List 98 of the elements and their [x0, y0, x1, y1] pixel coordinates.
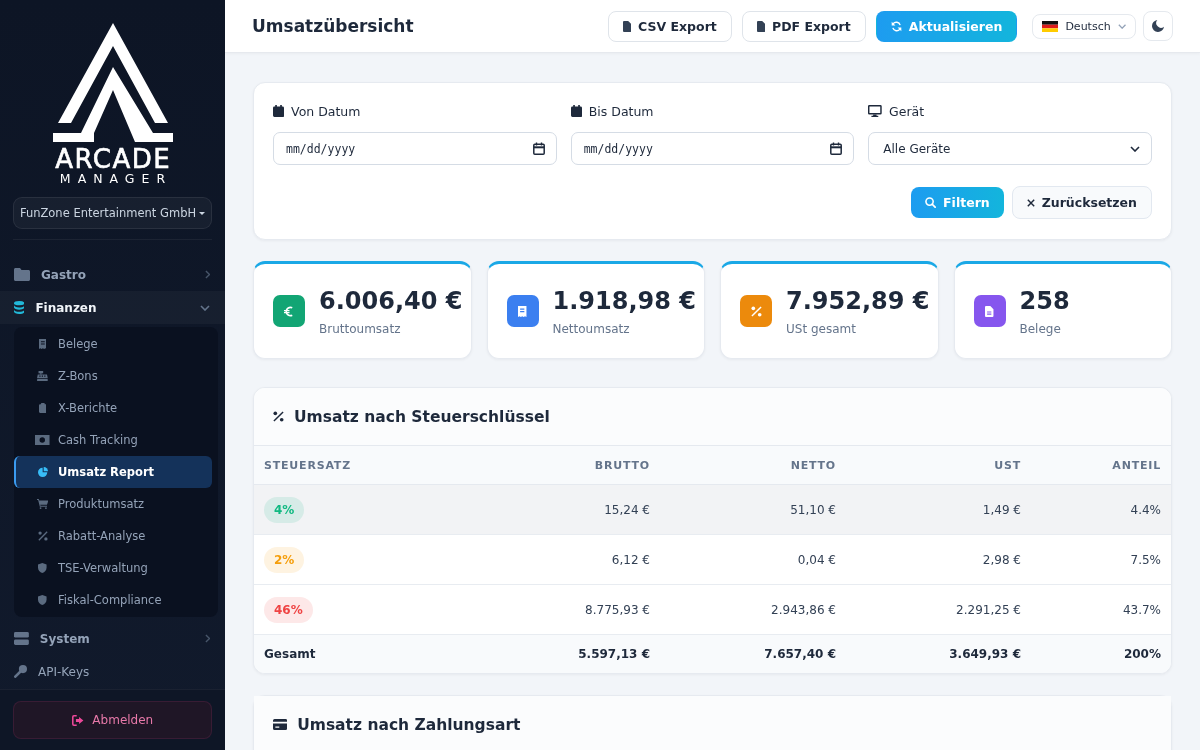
calendar-icon — [570, 105, 582, 117]
total-cell: 3.649,93 € — [846, 634, 1031, 673]
cart-icon — [36, 499, 49, 509]
total-cell: 200% — [1031, 634, 1171, 673]
cash-register-icon — [37, 371, 48, 381]
submenu-item[interactable]: Z-Bons — [14, 360, 212, 392]
shield-icon — [38, 595, 47, 605]
stat-value: 7.952,89 € — [786, 286, 930, 316]
credit-card-icon — [273, 719, 288, 730]
table-cell: 7.5% — [1031, 534, 1171, 585]
search-icon — [925, 197, 937, 208]
theme-toggle-button[interactable] — [1143, 11, 1173, 41]
table-cell: 8.775,93 € — [467, 584, 660, 635]
submenu-item[interactable]: Cash Tracking — [14, 424, 212, 456]
table-cell: 2,98 € — [846, 534, 1031, 585]
pie-chart-icon — [37, 467, 48, 477]
calendar-icon — [830, 142, 843, 155]
field-label: Bis Datum — [588, 103, 654, 119]
export-button[interactable]: PDF Export — [741, 10, 866, 42]
column-header: UST — [846, 446, 1031, 485]
page-title: Umsatzübersicht — [252, 16, 415, 36]
stat-label: Belege — [1019, 321, 1062, 336]
calendar-icon — [273, 105, 285, 117]
stat-label: Bruttoumsatz — [319, 321, 402, 336]
submenu-item[interactable]: Rabatt-Analyse — [14, 520, 212, 552]
tax-rate-badge: 2% — [264, 546, 305, 573]
table-cell: 43.7% — [1031, 584, 1171, 635]
stat-value: 1.918,98 € — [552, 286, 696, 316]
tax-rate-badge: 46% — [264, 596, 313, 623]
chevron-down-icon — [200, 304, 210, 311]
column-header: ANTEIL — [1031, 446, 1171, 485]
clipboard-icon — [38, 403, 47, 413]
logo-subtitle: MANAGER — [58, 171, 173, 186]
nav-group[interactable]: Gastro — [0, 258, 225, 291]
flag-icon — [1042, 20, 1059, 32]
device-select[interactable]: Alle Geräte — [868, 132, 1152, 165]
card-title: Umsatz nach Steuerschlüssel — [294, 407, 550, 426]
date-field[interactable]: mm/dd/yyyy — [273, 132, 557, 165]
table-cell: 4.4% — [1031, 484, 1171, 535]
column-header: BRUTTO — [467, 446, 660, 485]
total-cell: 7.657,40 € — [660, 634, 846, 673]
table-cell: 2.943,86 € — [660, 584, 846, 635]
percent-icon — [273, 411, 284, 422]
language-select[interactable]: Deutsch — [1032, 13, 1136, 39]
coins-icon — [14, 301, 25, 314]
table-cell: 15,24 € — [467, 484, 660, 535]
company-select[interactable]: FunZone Entertainment GmbH — [13, 197, 212, 229]
stat-value: 258 — [1019, 286, 1070, 316]
nav-group[interactable]: System — [0, 622, 225, 655]
shield-icon — [38, 563, 47, 573]
tax-rate-badge: 4% — [264, 496, 305, 523]
table-cell: 0,04 € — [660, 534, 846, 585]
chevron-down-icon — [1117, 23, 1126, 29]
column-header: STEUERSATZ — [254, 446, 467, 485]
date-field[interactable]: mm/dd/yyyy — [570, 132, 855, 165]
submenu-item[interactable]: Produktumsatz — [14, 488, 212, 520]
caret-down-icon — [199, 211, 206, 215]
folder-icon — [14, 268, 30, 281]
total-cell: Gesamt — [254, 634, 467, 673]
table-cell: 1,49 € — [846, 484, 1031, 535]
column-header: NETTO — [660, 446, 846, 485]
reset-button[interactable]: Zurücksetzen — [1011, 186, 1152, 219]
stat-label: USt gesamt — [786, 321, 857, 336]
receipt-icon — [38, 339, 47, 349]
submenu-item[interactable]: X-Berichte — [14, 392, 212, 424]
table-cell: 51,10 € — [660, 484, 846, 535]
file-icon — [622, 20, 632, 32]
submenu-item[interactable]: Belege — [14, 328, 212, 360]
logout-button[interactable]: Abmelden — [13, 701, 212, 739]
field-label: Gerät — [889, 103, 925, 119]
chevron-right-icon — [204, 270, 210, 279]
export-button[interactable]: CSV Export — [607, 10, 732, 42]
calendar-icon — [532, 142, 545, 155]
chevron-right-icon — [204, 634, 210, 643]
banknote-icon — [35, 435, 50, 445]
moon-icon — [1152, 20, 1164, 32]
chevron-down-icon — [1130, 145, 1140, 152]
table-cell: 2.291,25 € — [846, 584, 1031, 635]
total-cell: 5.597,13 € — [467, 634, 660, 673]
file-icon — [756, 20, 766, 32]
logout-icon — [71, 714, 85, 726]
table-cell: 6,12 € — [467, 534, 660, 585]
refresh-icon — [890, 20, 902, 32]
server-icon — [14, 632, 29, 645]
monitor-icon — [868, 105, 883, 117]
submenu-item[interactable]: Umsatz Report — [14, 456, 212, 488]
submenu-item[interactable]: Fiskal-Compliance — [14, 584, 212, 616]
percent-icon — [37, 531, 48, 541]
field-label: Von Datum — [291, 103, 361, 119]
stat-value: 6.006,40 € — [319, 286, 463, 316]
submenu-item[interactable]: TSE-Verwaltung — [14, 552, 212, 584]
nav-group[interactable]: Finanzen — [0, 291, 225, 324]
key-icon — [14, 665, 27, 678]
logo-title: ARCADE — [54, 147, 172, 171]
nav-link[interactable]: API-Keys — [0, 655, 225, 688]
card-title: Umsatz nach Zahlungsart — [297, 715, 521, 734]
x-icon — [1026, 198, 1035, 207]
stat-label: Nettoumsatz — [552, 321, 631, 336]
